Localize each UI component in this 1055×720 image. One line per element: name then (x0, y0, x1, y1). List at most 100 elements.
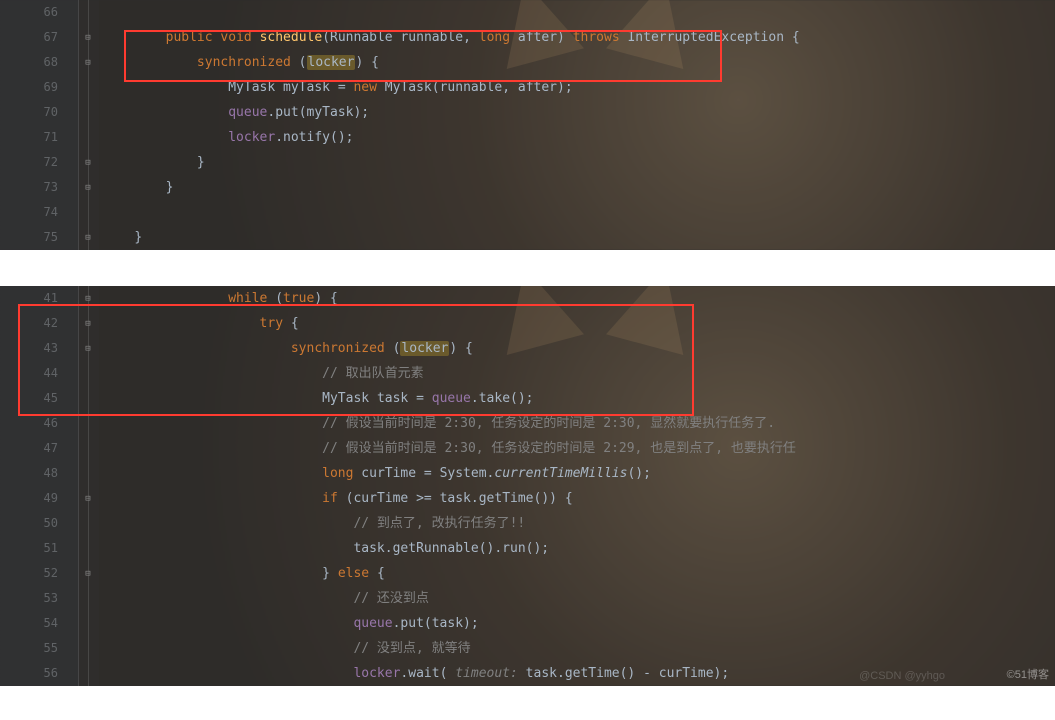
code-line: 72⊟ } (0, 150, 1055, 175)
code-cell[interactable]: queue.put(myTask); (99, 100, 1055, 125)
code-cell[interactable]: if (curTime >= task.getTime()) { (99, 486, 1055, 511)
code-cell[interactable]: while (true) { (99, 286, 1055, 311)
identifier: getTime (479, 491, 534, 506)
type: InterruptedException (627, 30, 791, 45)
code-cell[interactable]: // 没到点, 就等待 (99, 636, 1055, 661)
code-cell[interactable]: // 还没到点 (99, 586, 1055, 611)
code-cell[interactable]: try { (99, 311, 1055, 336)
fold-gutter: ⊟ (79, 486, 100, 511)
comment: // 假设当前时间是 2:30, 任务设定的时间是 2:29, 也是到点了, 也… (322, 441, 796, 456)
type: MyTask (385, 80, 432, 95)
line-number: 74 (0, 200, 79, 225)
code-cell[interactable]: synchronized (locker) { (99, 50, 1055, 75)
code-line: 54 queue.put(task); (0, 611, 1055, 636)
identifier: task (353, 541, 384, 556)
punct: ); (714, 666, 730, 681)
field: queue (432, 391, 471, 406)
static-method: currentTimeMillis (494, 466, 627, 481)
code-cell[interactable]: synchronized (locker) { (99, 336, 1055, 361)
comment: // 假设当前时间是 2:30, 任务设定的时间是 2:30, 显然就要执行任务… (322, 416, 775, 431)
punct: ); (557, 80, 573, 95)
code-cell[interactable]: public void schedule(Runnable runnable, … (99, 25, 1055, 50)
type: Runnable (330, 30, 400, 45)
fold-gutter (79, 436, 100, 461)
punct: ) { (449, 341, 472, 356)
code-cell[interactable]: MyTask myTask = new MyTask(runnable, aft… (99, 75, 1055, 100)
line-number: 42 (0, 311, 79, 336)
code-cell[interactable]: // 假设当前时间是 2:30, 任务设定的时间是 2:30, 显然就要执行任务… (99, 411, 1055, 436)
fold-toggle-icon[interactable]: ⊟ (82, 182, 94, 194)
keyword: while (228, 291, 275, 306)
identifier: task (377, 391, 416, 406)
fold-toggle-icon[interactable]: ⊟ (82, 157, 94, 169)
keyword: synchronized (291, 341, 393, 356)
code-cell[interactable]: locker.notify(); (99, 125, 1055, 150)
punct: { (792, 30, 800, 45)
punct: ) { (314, 291, 337, 306)
code-line: 45 MyTask task = queue.take(); (0, 386, 1055, 411)
fold-toggle-icon[interactable]: ⊟ (82, 232, 94, 244)
code-line: 73⊟ } (0, 175, 1055, 200)
line-number: 41 (0, 286, 79, 311)
text (103, 416, 322, 431)
line-number: 49 (0, 486, 79, 511)
punct: (); (526, 541, 549, 556)
code-line: 47 // 假设当前时间是 2:30, 任务设定的时间是 2:29, 也是到点了… (0, 436, 1055, 461)
code-cell[interactable]: // 到点了, 改执行任务了!! (99, 511, 1055, 536)
text (103, 566, 322, 581)
identifier: notify (283, 130, 330, 145)
text (103, 666, 353, 681)
punct: ) (557, 30, 573, 45)
code-cell[interactable]: } else { (99, 561, 1055, 586)
fold-toggle-icon[interactable]: ⊟ (82, 57, 94, 69)
field: queue (228, 105, 267, 120)
code-cell[interactable]: MyTask task = queue.take(); (99, 386, 1055, 411)
line-number: 54 (0, 611, 79, 636)
fold-gutter: ⊟ (79, 336, 100, 361)
identifier: getRunnable (393, 541, 479, 556)
code-cell[interactable] (99, 0, 1055, 25)
punct: ()) { (534, 491, 573, 506)
text (103, 30, 166, 45)
punct: } (322, 566, 338, 581)
code-line: 52⊟ } else { (0, 561, 1055, 586)
text (103, 391, 322, 406)
code-cell[interactable]: // 假设当前时间是 2:30, 任务设定的时间是 2:29, 也是到点了, 也… (99, 436, 1055, 461)
fold-toggle-icon[interactable]: ⊟ (82, 493, 94, 505)
punct: ( (424, 616, 432, 631)
keyword: if (322, 491, 345, 506)
code-cell[interactable]: } (99, 175, 1055, 200)
code-line: 53 // 还没到点 (0, 586, 1055, 611)
line-number: 68 (0, 50, 79, 75)
text (103, 516, 353, 531)
punct: = (424, 466, 440, 481)
code-cell[interactable]: } (99, 150, 1055, 175)
code-cell[interactable]: } (99, 225, 1055, 250)
line-number: 48 (0, 461, 79, 486)
identifier: wait (408, 666, 439, 681)
keyword: else (338, 566, 377, 581)
keyword: long (479, 30, 518, 45)
fold-toggle-icon[interactable]: ⊟ (82, 318, 94, 330)
fold-toggle-icon[interactable]: ⊟ (82, 32, 94, 44)
code-line: 68⊟ synchronized (locker) { (0, 50, 1055, 75)
code-cell[interactable] (99, 200, 1055, 225)
punct: { (291, 316, 299, 331)
identifier: getTime (565, 666, 620, 681)
fold-gutter (79, 75, 100, 100)
code-line: 49⊟ if (curTime >= task.getTime()) { (0, 486, 1055, 511)
code-line: 48 long curTime = System.currentTimeMill… (0, 461, 1055, 486)
punct: { (377, 566, 385, 581)
fold-toggle-icon[interactable]: ⊟ (82, 568, 94, 580)
line-number: 46 (0, 411, 79, 436)
code-line: 71 locker.notify(); (0, 125, 1055, 150)
code-cell[interactable]: queue.put(task); (99, 611, 1055, 636)
code-cell[interactable]: // 取出队首元素 (99, 361, 1055, 386)
code-cell[interactable]: long curTime = System.currentTimeMillis(… (99, 461, 1055, 486)
fold-toggle-icon[interactable]: ⊟ (82, 343, 94, 355)
fold-toggle-icon[interactable]: ⊟ (82, 293, 94, 305)
code-cell[interactable]: task.getRunnable().run(); (99, 536, 1055, 561)
line-number: 45 (0, 386, 79, 411)
punct: } (166, 180, 174, 195)
line-number: 53 (0, 586, 79, 611)
